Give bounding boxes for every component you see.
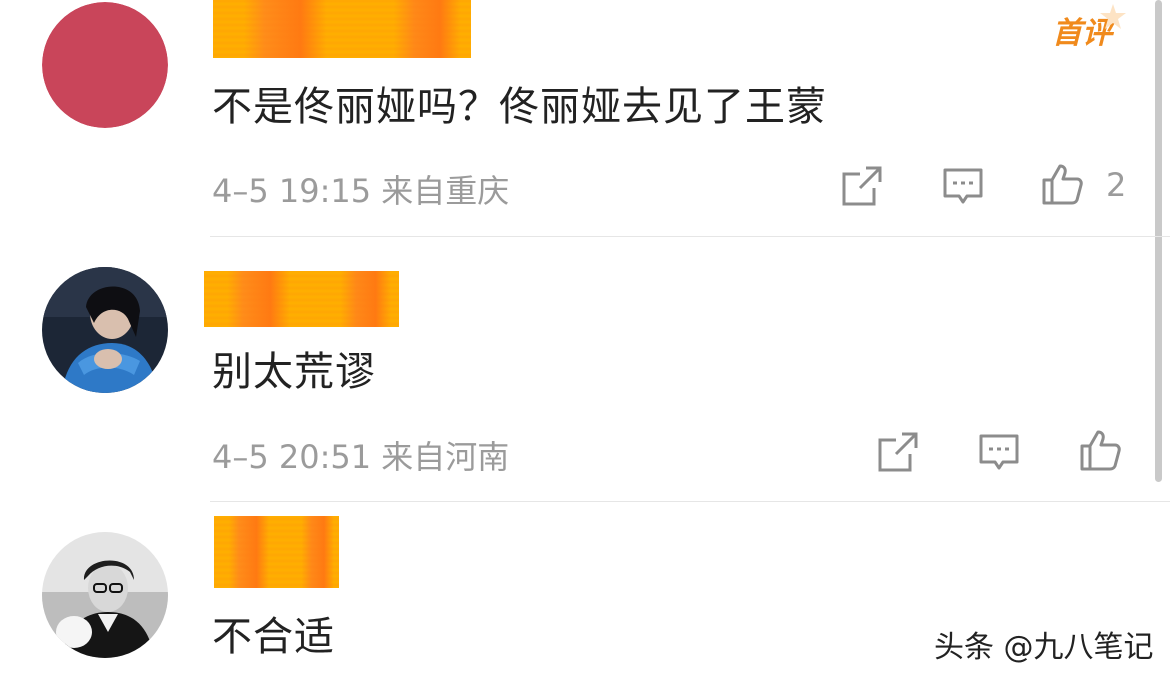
username-redacted[interactable] xyxy=(213,0,471,58)
comment-list: 首评 不是佟丽娅吗？佟丽娅去见了王蒙 4–5 19:15 来自重庆 2 别太荒谬… xyxy=(0,0,1170,676)
comment-meta: 4–5 19:15 来自重庆 xyxy=(212,172,510,210)
watermark: 头条 @九八笔记 xyxy=(934,630,1154,665)
reply-icon[interactable] xyxy=(941,164,985,208)
username-redacted[interactable] xyxy=(204,271,399,327)
like-icon[interactable] xyxy=(1078,428,1122,472)
comment-text: 别太荒谬 xyxy=(212,349,376,395)
comment-text: 不是佟丽娅吗？佟丽娅去见了王蒙 xyxy=(212,84,827,130)
avatar[interactable] xyxy=(42,532,168,658)
username-redacted[interactable] xyxy=(214,516,339,588)
comment-1: 首评 不是佟丽娅吗？佟丽娅去见了王蒙 4–5 19:15 来自重庆 2 xyxy=(0,0,1170,237)
avatar[interactable] xyxy=(42,2,168,128)
avatar[interactable] xyxy=(42,267,168,393)
like-icon[interactable] xyxy=(1040,162,1084,206)
share-icon[interactable] xyxy=(876,430,920,474)
comment-text: 不合适 xyxy=(212,614,335,660)
reply-icon[interactable] xyxy=(977,430,1021,474)
comment-2: 别太荒谬 4–5 20:51 来自河南 xyxy=(0,237,1170,502)
comment-meta: 4–5 20:51 来自河南 xyxy=(212,438,510,476)
share-icon[interactable] xyxy=(840,164,884,208)
star-icon xyxy=(1100,4,1126,29)
like-count: 2 xyxy=(1106,166,1127,204)
